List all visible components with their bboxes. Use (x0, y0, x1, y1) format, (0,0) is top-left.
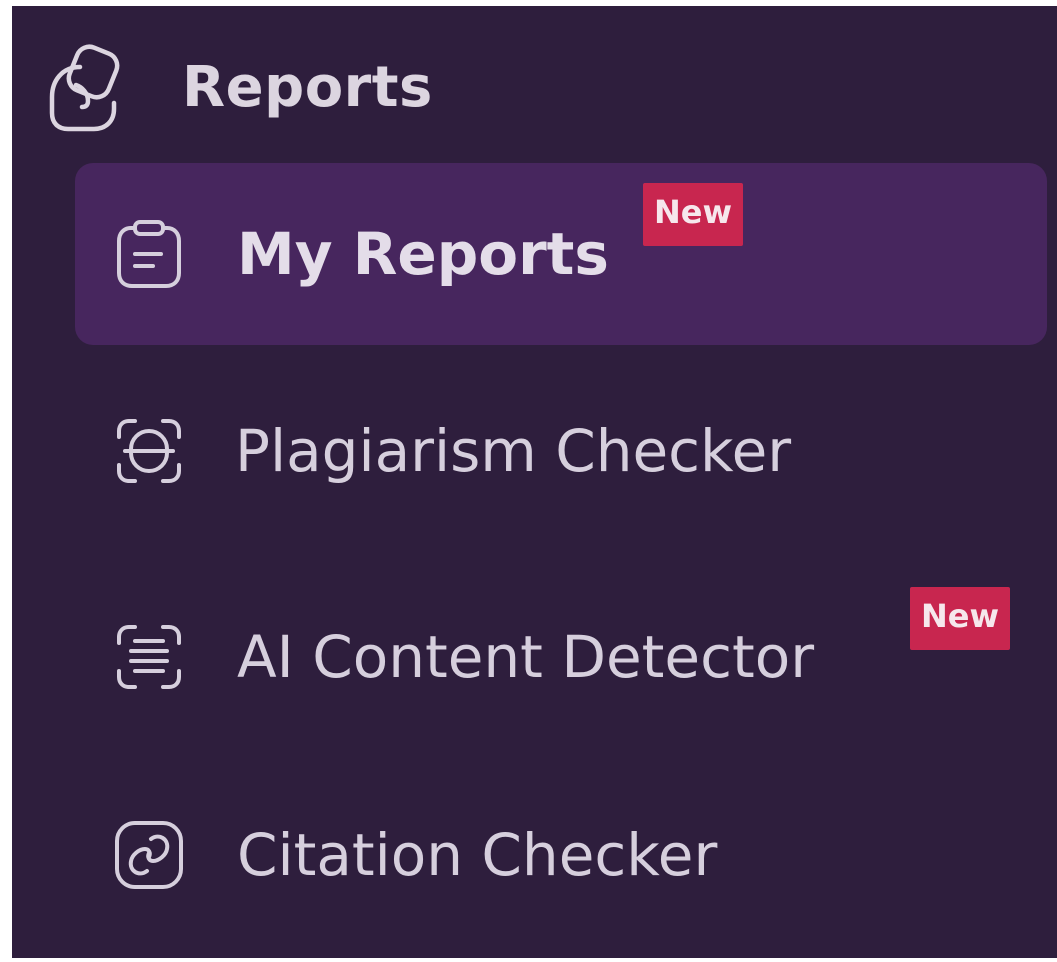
nav-item-plagiarism-checker[interactable]: Plagiarism Checker (75, 360, 1047, 542)
nav-item-label: Citation Checker (237, 821, 718, 889)
nav-item-label: My Reports (237, 220, 609, 288)
new-badge: New (910, 587, 1011, 650)
reports-sidebar: Reports My Reports New Plagiarism Checke… (12, 6, 1057, 958)
nav-item-my-reports[interactable]: My Reports New (75, 163, 1047, 345)
citation-link-icon (111, 817, 187, 893)
nav-item-label: AI Content Detector (237, 623, 815, 691)
new-badge: New (643, 183, 744, 246)
ai-scan-lines-icon (111, 619, 187, 695)
reports-section-header[interactable]: Reports (42, 32, 433, 142)
nav-item-ai-content-detector[interactable]: AI Content Detector New (75, 566, 1047, 748)
plagiarism-scan-icon (111, 413, 187, 489)
nav-item-citation-checker[interactable]: Citation Checker (75, 764, 1047, 946)
reports-stack-icon (49, 44, 120, 132)
nav-item-label: Plagiarism Checker (235, 417, 792, 485)
clipboard-icon (111, 216, 187, 292)
section-title: Reports (182, 54, 433, 120)
